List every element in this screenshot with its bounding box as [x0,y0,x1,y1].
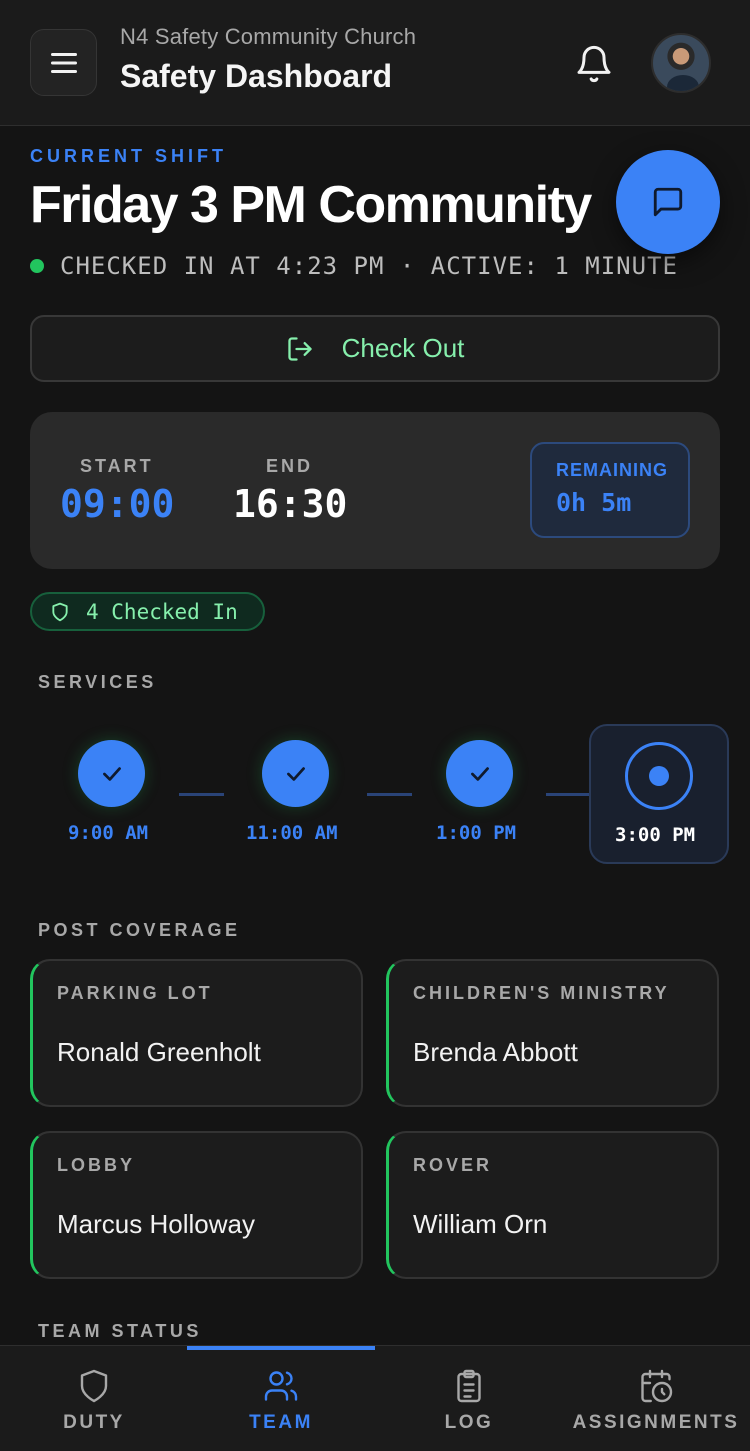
post-name: ROVER [413,1155,493,1175]
timeline-connector [179,793,224,796]
service-11am[interactable] [262,740,329,807]
post-person: Ronald Greenholt [57,1037,261,1067]
clipboard-icon [457,1369,481,1403]
service-time: 9:00 AM [68,822,149,844]
remaining-time-box: REMAINING 0h 5m [530,442,690,538]
nav-assignments[interactable]: ASSIGNMENTS [562,1368,750,1434]
check-in-status-text: CHECKED IN AT 4:23 PM · ACTIVE: 1 MINUTE [60,252,678,280]
page-title: Safety Dashboard [120,58,393,94]
chat-button[interactable] [616,150,720,254]
end-time: 16:30 [233,482,348,526]
post-name: CHILDREN'S MINISTRY [413,983,670,1003]
log-out-icon [287,336,312,361]
start-time: 09:00 [60,482,175,526]
post-person: Brenda Abbott [413,1037,578,1067]
nav-log-label: LOG [444,1412,494,1433]
active-tab-indicator [187,1346,375,1350]
post-card[interactable]: CHILDREN'S MINISTRY Brenda Abbott [386,959,719,1107]
service-time: 1:00 PM [436,822,517,844]
service-time: 3:00 PM [615,824,696,846]
check-out-button[interactable]: Check Out [30,315,720,382]
nav-team-label: TEAM [249,1412,313,1433]
timeline-connector [546,793,591,796]
shift-time-card: START 09:00 END 16:30 REMAINING 0h 5m [30,412,720,569]
organization-name: N4 Safety Community Church [120,24,417,49]
post-coverage-label: POST COVERAGE [38,920,241,940]
bell-icon[interactable] [574,44,614,84]
service-done-circle [78,740,145,807]
service-3pm-current[interactable]: 3:00 PM [589,724,729,864]
check-in-status: CHECKED IN AT 4:23 PM · ACTIVE: 1 MINUTE [30,252,678,280]
timeline-connector [367,793,412,796]
post-card[interactable]: ROVER William Orn [386,1131,719,1279]
nav-duty-label: DUTY [63,1412,125,1433]
current-shift-label: CURRENT SHIFT [30,146,227,166]
hamburger-icon [50,52,77,73]
start-label: START [80,456,154,476]
current-service-icon [625,742,693,810]
remaining-label: REMAINING [556,460,668,480]
service-done-circle [446,740,513,807]
app-header: N4 Safety Community Church Safety Dashbo… [0,0,750,126]
nav-assignments-label: ASSIGNMENTS [572,1412,740,1433]
current-dot-icon [649,766,669,786]
menu-button[interactable] [30,29,97,96]
service-1pm[interactable] [446,740,513,807]
checked-in-badge[interactable]: 4 Checked In [30,592,265,631]
message-icon [653,187,683,217]
post-person: Marcus Holloway [57,1209,255,1239]
check-icon [286,766,305,781]
team-status-label: TEAM STATUS [38,1321,202,1341]
post-card[interactable]: LOBBY Marcus Holloway [30,1131,363,1279]
nav-team[interactable]: TEAM [187,1368,375,1434]
check-out-label: Check Out [341,333,465,363]
post-name: PARKING LOT [57,983,213,1003]
post-person: William Orn [413,1209,548,1239]
shield-icon [52,602,68,621]
check-icon [102,766,121,781]
nav-duty[interactable]: DUTY [0,1368,188,1434]
remaining-value: 0h 5m [556,488,632,517]
checked-in-count: 4 Checked In [86,599,238,624]
status-dot-icon [30,259,44,273]
services-label: SERVICES [38,672,157,692]
user-avatar[interactable] [651,33,711,93]
post-card[interactable]: PARKING LOT Ronald Greenholt [30,959,363,1107]
post-name: LOBBY [57,1155,135,1175]
shield-icon [80,1369,108,1403]
bottom-navigation: DUTY TEAM LOG ASSIGNMENTS [0,1345,750,1451]
service-done-circle [262,740,329,807]
users-icon [264,1371,298,1401]
end-label: END [266,456,314,476]
calendar-clock-icon [641,1369,673,1403]
nav-log[interactable]: LOG [375,1368,563,1434]
service-9am[interactable] [78,740,145,807]
service-time: 11:00 AM [246,822,338,844]
check-icon [470,766,489,781]
